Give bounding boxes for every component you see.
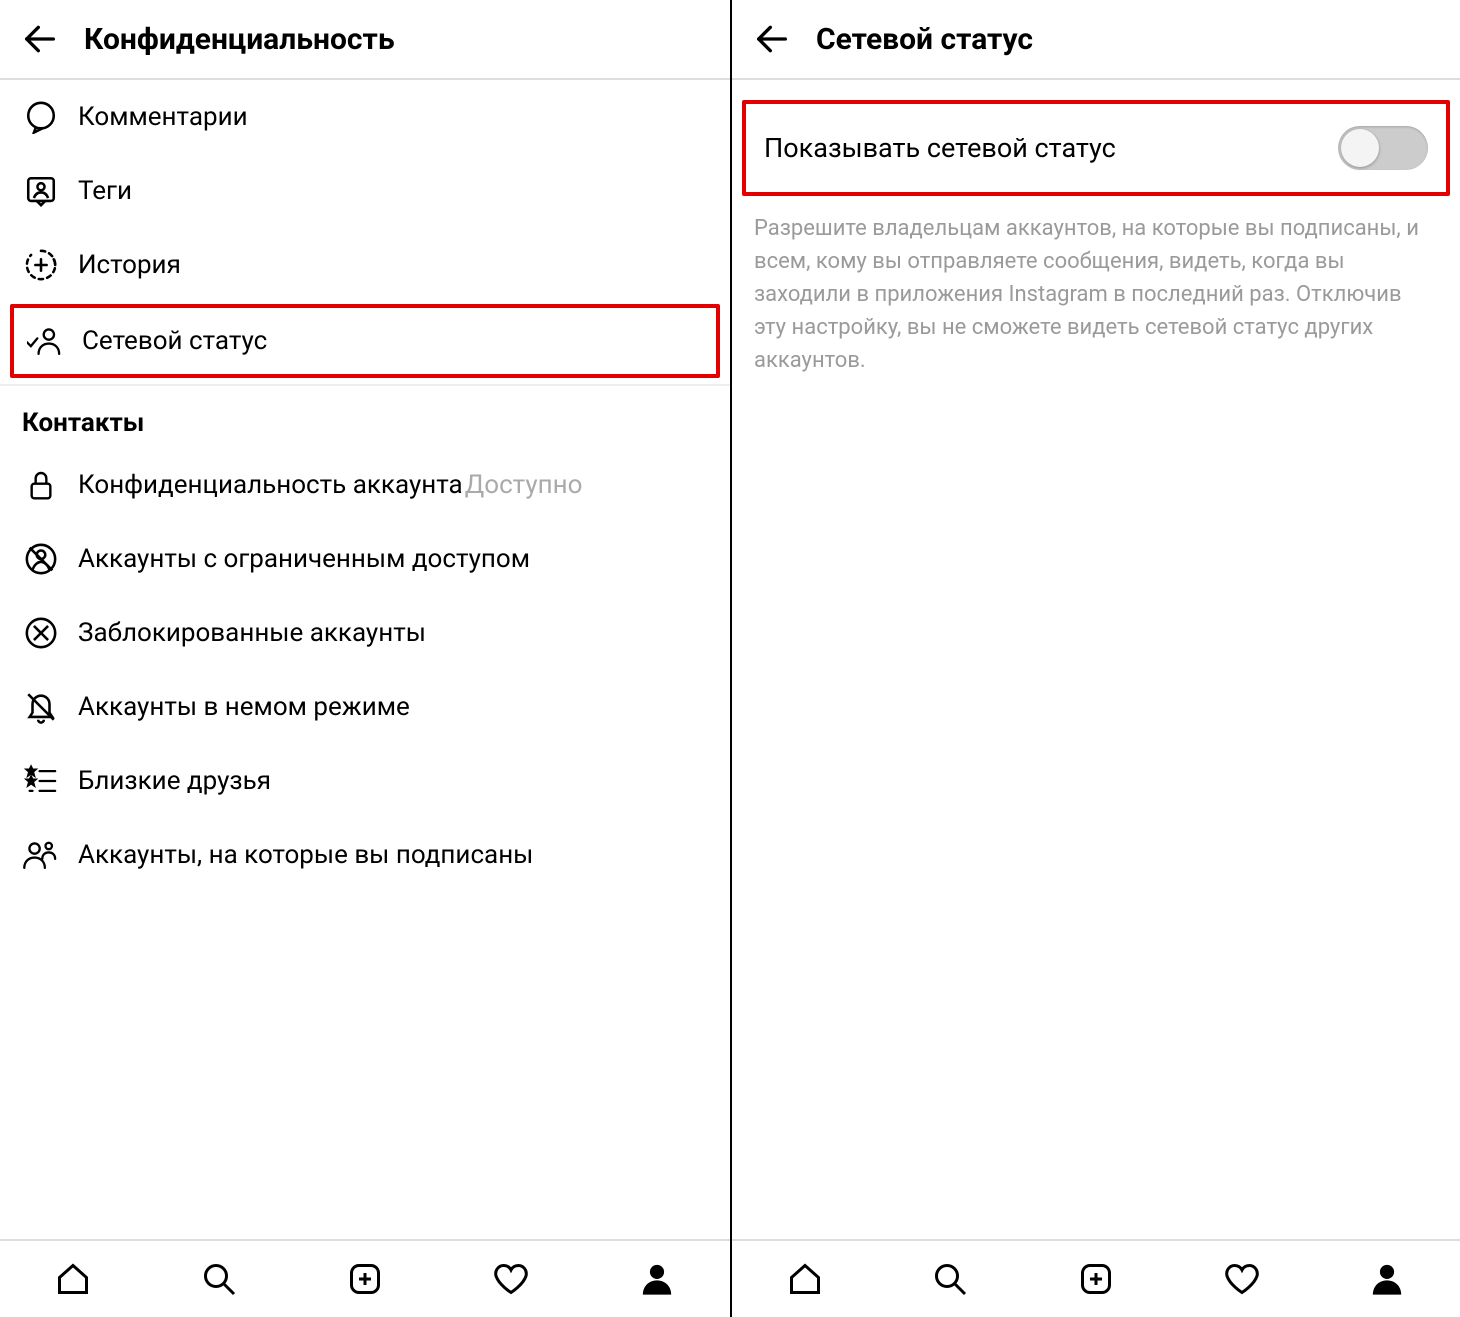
row-comments[interactable]: Комментарии bbox=[0, 80, 730, 154]
row-extra: Доступно bbox=[465, 470, 583, 500]
content: Комментарии Теги История Сетевой статус … bbox=[0, 80, 730, 1239]
comment-icon bbox=[22, 98, 60, 136]
row-label: Заблокированные аккаунты bbox=[78, 618, 426, 648]
arrow-left-icon bbox=[752, 19, 792, 59]
header: Конфиденциальность bbox=[0, 0, 730, 80]
row-label: Близкие друзья bbox=[78, 766, 271, 796]
toggle-row-show-activity: Показывать сетевой статус bbox=[746, 104, 1446, 192]
heart-icon bbox=[1223, 1261, 1261, 1297]
row-close-friends[interactable]: Близкие друзья bbox=[0, 744, 730, 818]
profile-icon bbox=[1370, 1261, 1404, 1297]
row-label: Аккаунты в немом режиме bbox=[78, 692, 410, 722]
nav-profile[interactable] bbox=[635, 1257, 679, 1301]
home-icon bbox=[787, 1261, 823, 1297]
activity-status-screen: Сетевой статус Показывать сетевой статус… bbox=[730, 0, 1460, 1317]
row-activity-status[interactable]: Сетевой статус bbox=[14, 308, 716, 374]
arrow-left-icon bbox=[20, 19, 60, 59]
header: Сетевой статус bbox=[732, 0, 1460, 80]
nav-profile[interactable] bbox=[1365, 1257, 1409, 1301]
section-title-contacts: Контакты bbox=[0, 386, 730, 448]
row-account-privacy[interactable]: Конфиденциальность аккаунта Доступно bbox=[0, 448, 730, 522]
nav-activity[interactable] bbox=[1220, 1257, 1264, 1301]
add-post-icon bbox=[347, 1261, 383, 1297]
page-title: Сетевой статус bbox=[816, 22, 1033, 57]
row-blocked-accounts[interactable]: Заблокированные аккаунты bbox=[0, 596, 730, 670]
page-title: Конфиденциальность bbox=[84, 22, 395, 57]
row-label: Теги bbox=[78, 176, 132, 206]
add-post-icon bbox=[1078, 1261, 1114, 1297]
search-icon bbox=[932, 1261, 968, 1297]
privacy-screen: Конфиденциальность Комментарии Теги Исто… bbox=[0, 0, 730, 1317]
blocked-icon bbox=[22, 614, 60, 652]
lock-icon bbox=[22, 466, 60, 504]
back-button[interactable] bbox=[16, 15, 64, 63]
row-restricted-accounts[interactable]: Аккаунты с ограниченным доступом bbox=[0, 522, 730, 596]
activity-status-toggle[interactable] bbox=[1338, 126, 1428, 170]
row-label: История bbox=[78, 250, 181, 280]
content: Показывать сетевой статус Разрешите влад… bbox=[732, 80, 1460, 1239]
row-muted-accounts[interactable]: Аккаунты в немом режиме bbox=[0, 670, 730, 744]
heart-icon bbox=[492, 1261, 530, 1297]
nav-add[interactable] bbox=[1074, 1257, 1118, 1301]
row-story[interactable]: История bbox=[0, 228, 730, 302]
row-label: Конфиденциальность аккаунта bbox=[78, 470, 463, 500]
mute-bell-icon bbox=[22, 688, 60, 726]
nav-search[interactable] bbox=[928, 1257, 972, 1301]
toggle-label: Показывать сетевой статус bbox=[764, 132, 1116, 164]
setting-description: Разрешите владельцам аккаунтов, на котор… bbox=[732, 198, 1460, 391]
nav-activity[interactable] bbox=[489, 1257, 533, 1301]
search-icon bbox=[201, 1261, 237, 1297]
row-label: Комментарии bbox=[78, 102, 248, 132]
restricted-icon bbox=[22, 540, 60, 578]
row-following-accounts[interactable]: Аккаунты, на которые вы подписаны bbox=[0, 818, 730, 892]
row-tags[interactable]: Теги bbox=[0, 154, 730, 228]
row-label: Аккаунты, на которые вы подписаны bbox=[78, 840, 533, 870]
row-label: Аккаунты с ограниченным доступом bbox=[78, 544, 530, 574]
nav-home[interactable] bbox=[783, 1257, 827, 1301]
home-icon bbox=[55, 1261, 91, 1297]
highlighted-row: Сетевой статус bbox=[10, 304, 720, 378]
highlighted-toggle: Показывать сетевой статус bbox=[742, 100, 1450, 196]
close-friends-icon bbox=[22, 762, 60, 800]
following-icon bbox=[22, 836, 60, 874]
bottom-nav bbox=[0, 1239, 730, 1317]
nav-home[interactable] bbox=[51, 1257, 95, 1301]
story-add-icon bbox=[22, 246, 60, 284]
toggle-knob bbox=[1341, 129, 1379, 167]
bottom-nav bbox=[732, 1239, 1460, 1317]
tag-person-icon bbox=[22, 172, 60, 210]
nav-add[interactable] bbox=[343, 1257, 387, 1301]
profile-icon bbox=[640, 1261, 674, 1297]
row-label: Сетевой статус bbox=[82, 326, 267, 356]
nav-search[interactable] bbox=[197, 1257, 241, 1301]
activity-status-icon bbox=[26, 322, 64, 360]
back-button[interactable] bbox=[748, 15, 796, 63]
